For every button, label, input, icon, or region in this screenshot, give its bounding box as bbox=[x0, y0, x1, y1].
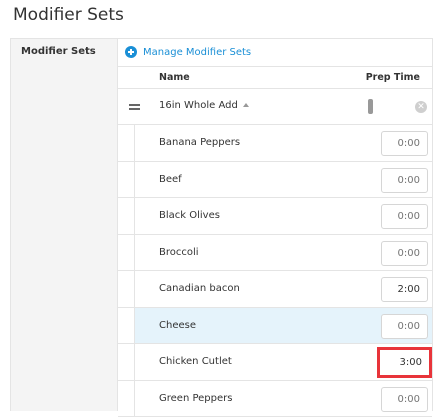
prep-time-input[interactable] bbox=[381, 204, 428, 229]
prep-time-input[interactable] bbox=[381, 277, 428, 302]
row-indent bbox=[118, 308, 135, 344]
table-header: Name Prep Time bbox=[118, 66, 432, 89]
prep-time-input[interactable] bbox=[381, 314, 428, 339]
group-name[interactable]: 16in Whole Add bbox=[159, 100, 249, 111]
modifier-name: Beef bbox=[159, 174, 182, 185]
row-indent bbox=[118, 162, 135, 198]
prep-time-input[interactable] bbox=[377, 347, 432, 378]
drag-handle-icon[interactable] bbox=[129, 104, 140, 110]
modifier-name: Black Olives bbox=[159, 210, 220, 221]
modifier-group-row: 16in Whole Add ✕ bbox=[118, 89, 432, 125]
prep-time-input[interactable] bbox=[381, 241, 428, 266]
row-indent bbox=[118, 235, 135, 271]
modifier-name: Broccoli bbox=[159, 247, 199, 258]
modifier-name: Green Peppers bbox=[159, 393, 232, 404]
sort-caret-up-icon bbox=[243, 103, 249, 107]
panel-label-column: Modifier Sets bbox=[11, 39, 118, 411]
modifier-name: Cheese bbox=[159, 320, 196, 331]
remove-group-icon[interactable]: ✕ bbox=[415, 101, 427, 113]
panel-label: Modifier Sets bbox=[21, 46, 96, 57]
plus-circle-icon bbox=[125, 46, 137, 58]
modifier-rows: Banana Peppers Beef Black Olives Broccoli Ca… bbox=[118, 125, 432, 417]
modifier-name: Chicken Cutlet bbox=[159, 356, 232, 367]
name-column-header: Name bbox=[159, 72, 190, 83]
prep-time-input[interactable] bbox=[381, 168, 428, 193]
modifier-row[interactable]: Chicken Cutlet bbox=[118, 344, 432, 381]
modifier-row[interactable]: Green Peppers bbox=[118, 381, 432, 417]
modifier-row[interactable]: Beef bbox=[118, 162, 432, 199]
modifier-name: Canadian bacon bbox=[159, 283, 240, 294]
manage-modifier-sets-label: Manage Modifier Sets bbox=[143, 47, 251, 58]
group-name-label: 16in Whole Add bbox=[159, 100, 238, 111]
modifier-sets-panel: Modifier Sets Manage Modifier Sets Name … bbox=[10, 38, 433, 411]
modifier-row[interactable]: Canadian bacon bbox=[118, 271, 432, 308]
modifier-row[interactable]: Broccoli bbox=[118, 235, 432, 272]
modifier-row[interactable]: Banana Peppers bbox=[118, 125, 432, 162]
row-indent bbox=[118, 125, 135, 161]
prep-time-input[interactable] bbox=[381, 131, 428, 156]
scroll-handle[interactable] bbox=[368, 99, 373, 114]
page-title: Modifier Sets bbox=[13, 5, 124, 25]
row-indent bbox=[118, 344, 135, 380]
prep-time-column-header: Prep Time bbox=[366, 72, 420, 83]
row-indent bbox=[118, 271, 135, 307]
modifier-table: Name Prep Time 16in Whole Add ✕ Banana P… bbox=[118, 66, 432, 417]
manage-modifier-sets-link[interactable]: Manage Modifier Sets bbox=[125, 46, 251, 58]
modifier-row[interactable]: Black Olives bbox=[118, 198, 432, 235]
modifier-row[interactable]: Cheese bbox=[118, 308, 432, 345]
row-indent bbox=[118, 198, 135, 234]
prep-time-input[interactable] bbox=[381, 387, 428, 412]
modifier-name: Banana Peppers bbox=[159, 137, 240, 148]
